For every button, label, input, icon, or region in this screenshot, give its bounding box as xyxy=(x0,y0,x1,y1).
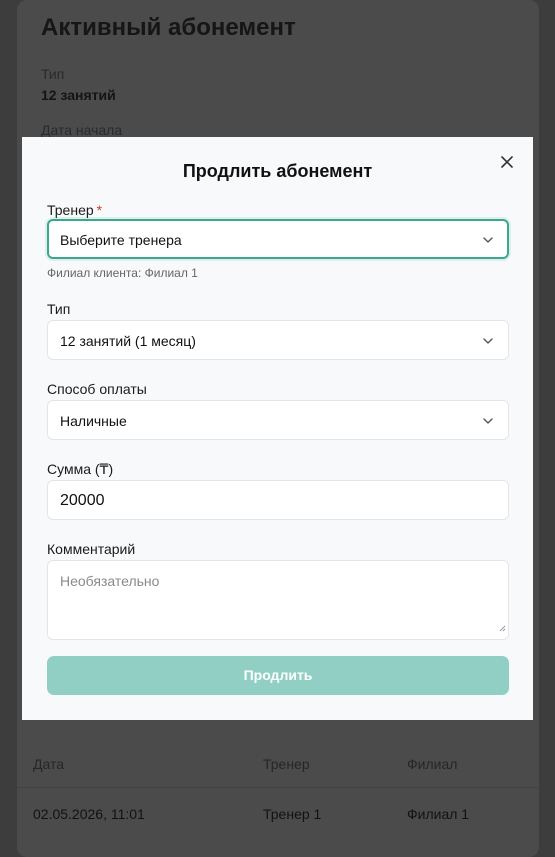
table-cell-trainer: Тренер 1 xyxy=(263,806,322,822)
comment-placeholder: Необязательно xyxy=(60,573,160,589)
renew-subscription-modal: Продлить абонемент Тренер * Выберите трен… xyxy=(22,137,533,720)
chevron-down-icon xyxy=(482,334,494,352)
close-icon[interactable] xyxy=(498,153,516,171)
resize-handle-icon[interactable] xyxy=(498,619,506,637)
trainer-select[interactable]: Выберите тренера xyxy=(47,219,509,259)
comment-textarea[interactable]: Необязательно xyxy=(47,560,509,640)
type-select[interactable]: 12 занятий (1 месяц) xyxy=(47,320,509,360)
modal-title: Продлить абонемент xyxy=(182,161,373,181)
branch-hint: Филиал клиента: Филиал 1 xyxy=(47,266,198,280)
type-label: Тип xyxy=(47,301,71,317)
amount-label: Сумма (₸) xyxy=(47,461,114,477)
table-header-date: Дата xyxy=(33,756,65,772)
table-header-branch: Филиал xyxy=(407,756,458,772)
subscription-type-label: Тип xyxy=(41,66,65,82)
type-select-value: 12 занятий (1 месяц) xyxy=(60,333,196,349)
table-cell-date: 02.05.2026, 11:01 xyxy=(33,806,145,822)
required-mark: * xyxy=(96,202,103,218)
renew-button[interactable]: Продлить xyxy=(47,656,509,695)
table-cell-branch: Филиал 1 xyxy=(407,806,470,822)
amount-input-value: 20000 xyxy=(60,492,105,509)
amount-input[interactable]: 20000 xyxy=(47,480,509,520)
payment-method-value: Наличные xyxy=(60,413,127,429)
comment-label: Комментарий xyxy=(47,541,136,557)
payment-method-label: Способ оплаты xyxy=(47,381,147,397)
trainer-label: Тренер * xyxy=(47,202,102,218)
start-date-label: Дата начала xyxy=(41,122,123,138)
chevron-down-icon xyxy=(482,233,494,251)
payment-method-select[interactable]: Наличные xyxy=(47,400,509,440)
subscription-type-value: 12 занятий xyxy=(41,87,116,103)
page-title: Активный абонемент xyxy=(41,14,296,41)
trainer-select-value: Выберите тренера xyxy=(60,232,182,248)
chevron-down-icon xyxy=(482,414,494,432)
table-header-trainer: Тренер xyxy=(263,756,310,772)
trainer-label-text: Тренер xyxy=(47,202,94,218)
